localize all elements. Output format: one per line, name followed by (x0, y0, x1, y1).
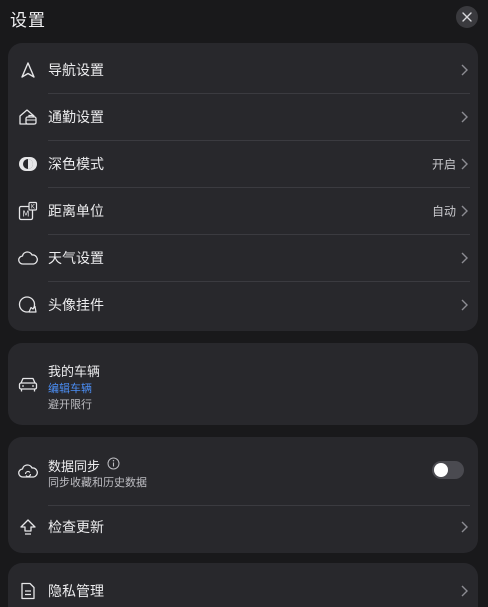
chevron-right-icon (461, 111, 468, 122)
settings-item-label: 头像挂件 (48, 297, 104, 314)
privacy-item[interactable]: 隐私管理 (8, 567, 478, 607)
dark-mode-value: 开启 (431, 157, 456, 171)
chevron-right-icon (461, 521, 468, 532)
chevron-right-icon (461, 158, 468, 169)
cloud-icon (18, 248, 38, 268)
settings-item-label: 通勤设置 (48, 109, 104, 126)
settings-item-label: 距离单位 (48, 203, 104, 220)
data-sync-toggle[interactable] (432, 461, 464, 479)
commute-home-icon (18, 107, 38, 127)
chevron-right-icon (461, 205, 468, 216)
data-sync-title: 数据同步 (48, 460, 101, 475)
vehicle-card[interactable]: 我的车辆 编辑车辆 避开限行 (8, 343, 478, 425)
close-icon (462, 12, 472, 22)
settings-item-label: 深色模式 (48, 156, 104, 173)
settings-item-weather[interactable]: 天气设置 (8, 234, 478, 281)
page-title: 设置 (10, 11, 46, 31)
vehicle-title: 我的车辆 (48, 365, 101, 380)
toggle-knob (434, 463, 448, 477)
settings-item-distance-unit[interactable]: M K 距离单位 自动 (8, 187, 478, 234)
distance-unit-value: 自动 (431, 204, 456, 218)
chevron-right-icon (461, 252, 468, 263)
chevron-right-icon (461, 64, 468, 75)
dark-mode-icon (18, 154, 38, 174)
navigation-arrow-icon (18, 60, 38, 80)
privacy-label: 隐私管理 (48, 583, 104, 600)
privacy-card: 隐私管理 (8, 563, 478, 607)
settings-item-commute[interactable]: 通勤设置 (8, 93, 478, 140)
settings-item-avatar-pendant[interactable]: 头像挂件 (8, 281, 478, 328)
check-update-item[interactable]: 检查更新 (8, 503, 478, 550)
sync-card: 数据同步 同步收藏和历史数据 检查更新 (8, 437, 478, 553)
upload-arrow-icon (18, 517, 38, 537)
settings-item-dark-mode[interactable]: 深色模式 开启 (8, 140, 478, 187)
cloud-sync-icon (18, 464, 38, 478)
car-icon (18, 377, 38, 392)
chevron-right-icon (461, 299, 468, 310)
distance-unit-icon: M K (18, 201, 38, 221)
header: 设置 (0, 0, 488, 34)
info-icon[interactable] (107, 457, 120, 470)
vehicle-subtitle: 避开限行 (48, 398, 92, 411)
settings-item-navigation[interactable]: 导航设置 (8, 46, 478, 93)
document-icon (18, 581, 38, 601)
settings-card: 导航设置 通勤设置 深色模式 开启 M K 距离单位 自动 天气设置 头像挂件 (8, 43, 478, 331)
data-sync-subtitle: 同步收藏和历史数据 (48, 476, 147, 489)
svg-text:M: M (23, 209, 30, 218)
avatar-pendant-icon (18, 295, 38, 315)
close-button[interactable] (456, 6, 478, 28)
check-update-label: 检查更新 (48, 519, 104, 536)
edit-vehicle-link[interactable]: 编辑车辆 (48, 380, 92, 396)
chevron-right-icon (461, 585, 468, 596)
settings-item-label: 天气设置 (48, 250, 104, 267)
settings-item-label: 导航设置 (48, 62, 104, 79)
